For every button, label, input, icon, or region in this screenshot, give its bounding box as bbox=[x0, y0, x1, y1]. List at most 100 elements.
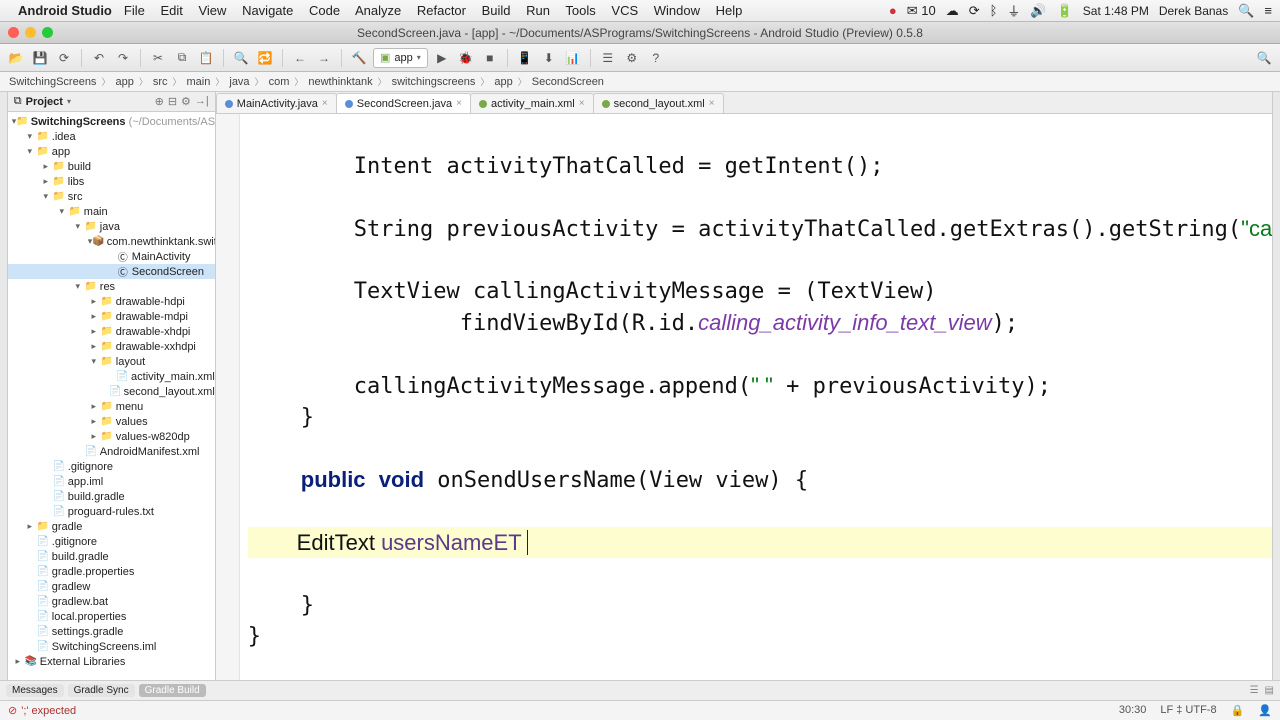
avd-icon[interactable]: 📱 bbox=[515, 48, 535, 68]
cut-icon[interactable]: ✂︎ bbox=[148, 48, 168, 68]
bc-0[interactable]: SwitchingScreens bbox=[6, 76, 99, 88]
redo-icon[interactable]: ↷ bbox=[113, 48, 133, 68]
back-icon[interactable]: ← bbox=[290, 48, 310, 68]
tree-node[interactable]: ▸📁drawable-hdpi bbox=[8, 294, 215, 309]
tree-node[interactable]: ▸📁drawable-xxhdpi bbox=[8, 339, 215, 354]
hector-icon[interactable]: 👤 bbox=[1258, 704, 1272, 717]
close-icon[interactable]: × bbox=[456, 98, 462, 109]
editor-gutter[interactable] bbox=[216, 114, 240, 680]
zoom-window-icon[interactable] bbox=[42, 27, 53, 38]
forward-icon[interactable]: → bbox=[314, 48, 334, 68]
tab-gradle-sync[interactable]: Gradle Sync bbox=[68, 684, 135, 697]
view-combo-icon[interactable]: ⧉ bbox=[14, 95, 22, 108]
open-icon[interactable]: 📂 bbox=[6, 48, 26, 68]
menu-analyze[interactable]: Analyze bbox=[355, 3, 401, 18]
tree-node[interactable]: 📄gradlew.bat bbox=[8, 594, 215, 609]
notifications-icon[interactable]: ≡ bbox=[1264, 3, 1272, 18]
menu-run[interactable]: Run bbox=[526, 3, 550, 18]
save-icon[interactable]: 💾 bbox=[30, 48, 50, 68]
menu-code[interactable]: Code bbox=[309, 3, 340, 18]
volume-icon[interactable]: 🔊 bbox=[1030, 3, 1046, 19]
tree-node[interactable]: 📄app.iml bbox=[8, 474, 215, 489]
menu-tools[interactable]: Tools bbox=[565, 3, 595, 18]
spotlight-icon[interactable]: 🔍 bbox=[1238, 3, 1254, 19]
tree-node[interactable]: 📄second_layout.xml bbox=[8, 384, 215, 399]
paste-icon[interactable]: 📋 bbox=[196, 48, 216, 68]
bc-1[interactable]: app bbox=[112, 76, 136, 88]
undo-icon[interactable]: ↶ bbox=[89, 48, 109, 68]
tree-node[interactable]: ▾📁layout bbox=[8, 354, 215, 369]
menu-window[interactable]: Window bbox=[654, 3, 700, 18]
tree-node[interactable]: 📄SwitchingScreens.iml bbox=[8, 639, 215, 654]
clock[interactable]: Sat 1:48 PM bbox=[1083, 4, 1149, 18]
replace-icon[interactable]: 🔁 bbox=[255, 48, 275, 68]
event-log-icon[interactable]: ☰ bbox=[1250, 685, 1259, 696]
tree-node[interactable]: ▸📁menu bbox=[8, 399, 215, 414]
encoding[interactable]: LF ‡ UTF-8 bbox=[1160, 704, 1216, 717]
battery-icon[interactable]: 🔋 bbox=[1057, 3, 1073, 19]
wifi-icon[interactable]: ⏚ bbox=[1007, 1, 1020, 20]
menu-refactor[interactable]: Refactor bbox=[417, 3, 466, 18]
bc-7[interactable]: switchingscreens bbox=[389, 76, 479, 88]
sync-icon[interactable]: ⟳ bbox=[969, 3, 980, 19]
bc-3[interactable]: main bbox=[184, 76, 214, 88]
menu-vcs[interactable]: VCS bbox=[611, 3, 638, 18]
tree-node[interactable]: ▾📁app bbox=[8, 144, 215, 159]
bc-5[interactable]: com bbox=[266, 76, 293, 88]
tree-node[interactable]: ▾📁java bbox=[8, 219, 215, 234]
bc-4[interactable]: java bbox=[226, 76, 252, 88]
tree-node[interactable]: ▾📦com.newthinktank.switchings bbox=[8, 234, 215, 249]
scroll-from-icon[interactable]: ⊕ bbox=[155, 95, 164, 108]
tree-node[interactable]: ▾📁res bbox=[8, 279, 215, 294]
tree-node[interactable]: ▾📁.idea bbox=[8, 129, 215, 144]
bc-6[interactable]: newthinktank bbox=[305, 76, 375, 88]
bc-9[interactable]: SecondScreen bbox=[529, 76, 607, 88]
menu-view[interactable]: View bbox=[198, 3, 226, 18]
tab-second-layout-xml[interactable]: second_layout.xml× bbox=[593, 93, 724, 113]
menu-edit[interactable]: Edit bbox=[160, 3, 182, 18]
tree-node[interactable]: ▾📁main bbox=[8, 204, 215, 219]
sync-icon[interactable]: ⟳ bbox=[54, 48, 74, 68]
tab-gradle-build[interactable]: Gradle Build bbox=[139, 684, 206, 697]
close-icon[interactable]: × bbox=[709, 98, 715, 109]
tree-node[interactable]: 📄local.properties bbox=[8, 609, 215, 624]
user-name[interactable]: Derek Banas bbox=[1159, 4, 1228, 18]
minimize-window-icon[interactable] bbox=[25, 27, 36, 38]
tree-node[interactable]: ▸📁values-w820dp bbox=[8, 429, 215, 444]
tree-node[interactable]: 📄proguard-rules.txt bbox=[8, 504, 215, 519]
close-window-icon[interactable] bbox=[8, 27, 19, 38]
tree-node[interactable]: ▸📁build bbox=[8, 159, 215, 174]
tree-node[interactable]: 📄activity_main.xml bbox=[8, 369, 215, 384]
tree-node[interactable]: 📄gradle.properties bbox=[8, 564, 215, 579]
tree-node[interactable]: ▸📁values bbox=[8, 414, 215, 429]
stop-icon[interactable]: ■ bbox=[480, 48, 500, 68]
collapse-icon[interactable]: ⊟ bbox=[168, 95, 177, 108]
tree-node[interactable]: ▾📁src bbox=[8, 189, 215, 204]
right-gutter-tabs[interactable] bbox=[1272, 92, 1280, 680]
find-icon[interactable]: 🔍 bbox=[231, 48, 251, 68]
run-icon[interactable]: ▶ bbox=[432, 48, 452, 68]
tab-secondscreen[interactable]: SecondScreen.java× bbox=[336, 93, 471, 113]
tree-node[interactable]: 📄.gitignore bbox=[8, 534, 215, 549]
copy-icon[interactable]: ⧉ bbox=[172, 48, 192, 68]
menu-file[interactable]: File bbox=[124, 3, 145, 18]
tree-node[interactable]: 📄.gitignore bbox=[8, 459, 215, 474]
hide-icon[interactable]: →| bbox=[195, 95, 209, 108]
tree-node[interactable]: ▸📁libs bbox=[8, 174, 215, 189]
lock-icon[interactable]: 🔒 bbox=[1231, 704, 1245, 717]
mail-icon[interactable]: ✉︎ 10 bbox=[907, 3, 936, 19]
menu-navigate[interactable]: Navigate bbox=[242, 3, 293, 18]
tree-node[interactable]: ▸📁gradle bbox=[8, 519, 215, 534]
close-icon[interactable]: × bbox=[579, 98, 585, 109]
code-editor[interactable]: Intent activityThatCalled = getIntent();… bbox=[216, 114, 1272, 680]
search-everywhere-icon[interactable]: 🔍 bbox=[1254, 48, 1274, 68]
cloud-icon[interactable]: ☁︎ bbox=[946, 3, 959, 19]
record-icon[interactable]: ● bbox=[889, 3, 897, 18]
tab-activity-main-xml[interactable]: activity_main.xml× bbox=[470, 93, 594, 113]
tree-node[interactable]: ▸📚External Libraries bbox=[8, 654, 215, 669]
tree-node[interactable]: ▸📁drawable-mdpi bbox=[8, 309, 215, 324]
tab-messages[interactable]: Messages bbox=[6, 684, 64, 697]
gradle-console-icon[interactable]: ▤ bbox=[1265, 685, 1274, 696]
run-config-combo[interactable]: ▣ app ▾ bbox=[373, 48, 428, 68]
tree-node[interactable]: 📄settings.gradle bbox=[8, 624, 215, 639]
